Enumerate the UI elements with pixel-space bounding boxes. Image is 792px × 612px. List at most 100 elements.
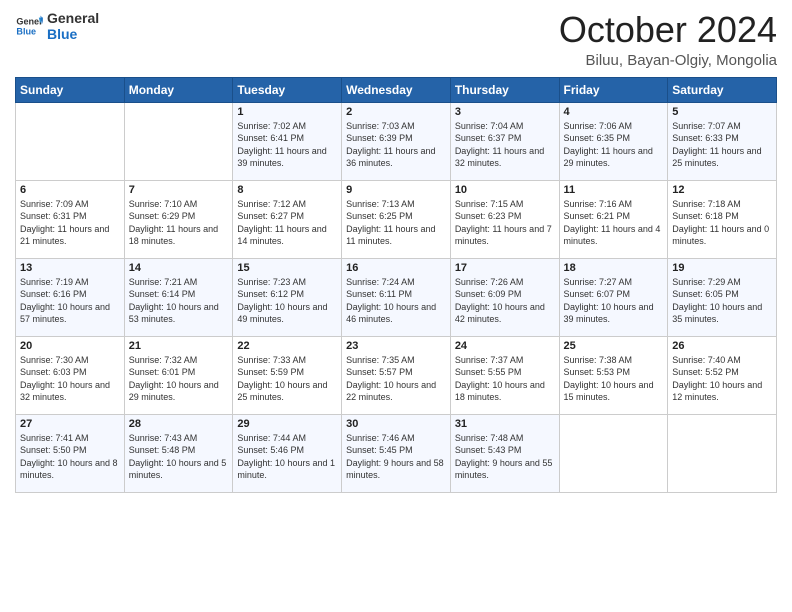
day-cell <box>668 414 777 492</box>
day-cell <box>16 102 125 180</box>
day-cell: 28 Sunrise: 7:43 AM Sunset: 5:48 PM Dayli… <box>124 414 233 492</box>
week-row-3: 13Sunrise: 7:19 AM Sunset: 6:16 PM Dayli… <box>16 258 777 336</box>
day-cell: 31 Sunrise: 7:48 AM Sunset: 5:43 PM Dayli… <box>450 414 559 492</box>
day-info: Sunrise: 7:07 AM Sunset: 6:33 PM Dayligh… <box>672 120 772 170</box>
day-info: Sunrise: 7:33 AM Sunset: 5:59 PM Dayligh… <box>237 354 337 404</box>
day-number: 17 <box>455 262 555 274</box>
day-info: Sunrise: 7:27 AM Sunset: 6:07 PM Dayligh… <box>564 276 664 326</box>
week-row-2: 6Sunrise: 7:09 AM Sunset: 6:31 PM Daylig… <box>16 180 777 258</box>
day-info: Sunrise: 7:48 AM Sunset: 5:43 PM Dayligh… <box>455 432 555 482</box>
day-info: Sunrise: 7:03 AM Sunset: 6:39 PM Dayligh… <box>346 120 446 170</box>
day-cell <box>124 102 233 180</box>
day-info: Sunrise: 7:38 AM Sunset: 5:53 PM Dayligh… <box>564 354 664 404</box>
month-title: October 2024 <box>559 10 777 50</box>
day-number: 16 <box>346 262 446 274</box>
weekday-header-friday: Friday <box>559 77 668 102</box>
day-info: Sunrise: 7:19 AM Sunset: 6:16 PM Dayligh… <box>20 276 120 326</box>
day-cell: 18Sunrise: 7:27 AM Sunset: 6:07 PM Dayli… <box>559 258 668 336</box>
weekday-header-tuesday: Tuesday <box>233 77 342 102</box>
day-info: Sunrise: 7:24 AM Sunset: 6:11 PM Dayligh… <box>346 276 446 326</box>
day-info: Sunrise: 7:18 AM Sunset: 6:18 PM Dayligh… <box>672 198 772 248</box>
day-cell: 22 Sunrise: 7:33 AM Sunset: 5:59 PM Dayli… <box>233 336 342 414</box>
day-cell: 10Sunrise: 7:15 AM Sunset: 6:23 PM Dayli… <box>450 180 559 258</box>
day-cell: 15Sunrise: 7:23 AM Sunset: 6:12 PM Dayli… <box>233 258 342 336</box>
day-cell: 27 Sunrise: 7:41 AM Sunset: 5:50 PM Dayli… <box>16 414 125 492</box>
day-cell <box>559 414 668 492</box>
day-cell: 26 Sunrise: 7:40 AM Sunset: 5:52 PM Dayli… <box>668 336 777 414</box>
day-number: 26 <box>672 340 772 352</box>
title-block: October 2024 Biluu, Bayan-Olgiy, Mongoli… <box>559 10 777 69</box>
logo: General Blue General Blue <box>15 10 99 42</box>
day-cell: 6Sunrise: 7:09 AM Sunset: 6:31 PM Daylig… <box>16 180 125 258</box>
day-number: 27 <box>20 418 120 430</box>
day-number: 28 <box>129 418 229 430</box>
day-cell: 20Sunrise: 7:30 AM Sunset: 6:03 PM Dayli… <box>16 336 125 414</box>
day-cell: 5Sunrise: 7:07 AM Sunset: 6:33 PM Daylig… <box>668 102 777 180</box>
calendar-body: 1 Sunrise: 7:02 AM Sunset: 6:41 PM Daylig… <box>16 102 777 492</box>
page: General Blue General Blue October 2024 B… <box>0 0 792 612</box>
day-cell: 30Sunrise: 7:46 AM Sunset: 5:45 PM Dayli… <box>342 414 451 492</box>
day-number: 4 <box>564 106 664 118</box>
day-cell: 7 Sunrise: 7:10 AM Sunset: 6:29 PM Daylig… <box>124 180 233 258</box>
day-number: 8 <box>237 184 337 196</box>
day-number: 20 <box>20 340 120 352</box>
day-cell: 4Sunrise: 7:06 AM Sunset: 6:35 PM Daylig… <box>559 102 668 180</box>
day-number: 14 <box>129 262 229 274</box>
day-info: Sunrise: 7:21 AM Sunset: 6:14 PM Dayligh… <box>129 276 229 326</box>
day-cell: 24 Sunrise: 7:37 AM Sunset: 5:55 PM Dayli… <box>450 336 559 414</box>
day-info: Sunrise: 7:13 AM Sunset: 6:25 PM Dayligh… <box>346 198 446 248</box>
day-number: 3 <box>455 106 555 118</box>
day-cell: 13Sunrise: 7:19 AM Sunset: 6:16 PM Dayli… <box>16 258 125 336</box>
day-cell: 16 Sunrise: 7:24 AM Sunset: 6:11 PM Dayli… <box>342 258 451 336</box>
day-info: Sunrise: 7:46 AM Sunset: 5:45 PM Dayligh… <box>346 432 446 482</box>
day-number: 31 <box>455 418 555 430</box>
weekday-header-thursday: Thursday <box>450 77 559 102</box>
day-info: Sunrise: 7:41 AM Sunset: 5:50 PM Dayligh… <box>20 432 120 482</box>
day-number: 29 <box>237 418 337 430</box>
header: General Blue General Blue October 2024 B… <box>15 10 777 69</box>
day-cell: 11Sunrise: 7:16 AM Sunset: 6:21 PM Dayli… <box>559 180 668 258</box>
location: Biluu, Bayan-Olgiy, Mongolia <box>559 52 777 69</box>
day-number: 24 <box>455 340 555 352</box>
weekday-header-monday: Monday <box>124 77 233 102</box>
day-info: Sunrise: 7:32 AM Sunset: 6:01 PM Dayligh… <box>129 354 229 404</box>
logo-line1: General <box>47 10 99 26</box>
day-info: Sunrise: 7:35 AM Sunset: 5:57 PM Dayligh… <box>346 354 446 404</box>
day-number: 1 <box>237 106 337 118</box>
day-number: 25 <box>564 340 664 352</box>
day-info: Sunrise: 7:02 AM Sunset: 6:41 PM Dayligh… <box>237 120 337 170</box>
day-cell: 3 Sunrise: 7:04 AM Sunset: 6:37 PM Daylig… <box>450 102 559 180</box>
weekday-header-saturday: Saturday <box>668 77 777 102</box>
logo-line2: Blue <box>47 26 99 42</box>
day-number: 2 <box>346 106 446 118</box>
week-row-1: 1 Sunrise: 7:02 AM Sunset: 6:41 PM Daylig… <box>16 102 777 180</box>
day-cell: 8 Sunrise: 7:12 AM Sunset: 6:27 PM Daylig… <box>233 180 342 258</box>
day-cell: 9Sunrise: 7:13 AM Sunset: 6:25 PM Daylig… <box>342 180 451 258</box>
day-info: Sunrise: 7:37 AM Sunset: 5:55 PM Dayligh… <box>455 354 555 404</box>
logo-icon: General Blue <box>15 12 43 40</box>
day-number: 6 <box>20 184 120 196</box>
week-row-4: 20Sunrise: 7:30 AM Sunset: 6:03 PM Dayli… <box>16 336 777 414</box>
day-cell: 14 Sunrise: 7:21 AM Sunset: 6:14 PM Dayli… <box>124 258 233 336</box>
day-cell: 29Sunrise: 7:44 AM Sunset: 5:46 PM Dayli… <box>233 414 342 492</box>
weekday-header-sunday: Sunday <box>16 77 125 102</box>
day-info: Sunrise: 7:15 AM Sunset: 6:23 PM Dayligh… <box>455 198 555 248</box>
day-cell: 2 Sunrise: 7:03 AM Sunset: 6:39 PM Daylig… <box>342 102 451 180</box>
day-info: Sunrise: 7:29 AM Sunset: 6:05 PM Dayligh… <box>672 276 772 326</box>
day-info: Sunrise: 7:10 AM Sunset: 6:29 PM Dayligh… <box>129 198 229 248</box>
day-number: 19 <box>672 262 772 274</box>
day-info: Sunrise: 7:12 AM Sunset: 6:27 PM Dayligh… <box>237 198 337 248</box>
day-info: Sunrise: 7:40 AM Sunset: 5:52 PM Dayligh… <box>672 354 772 404</box>
day-number: 21 <box>129 340 229 352</box>
day-number: 23 <box>346 340 446 352</box>
weekday-row: SundayMondayTuesdayWednesdayThursdayFrid… <box>16 77 777 102</box>
weekday-header-wednesday: Wednesday <box>342 77 451 102</box>
day-number: 7 <box>129 184 229 196</box>
day-info: Sunrise: 7:04 AM Sunset: 6:37 PM Dayligh… <box>455 120 555 170</box>
day-cell: 17Sunrise: 7:26 AM Sunset: 6:09 PM Dayli… <box>450 258 559 336</box>
day-number: 22 <box>237 340 337 352</box>
day-number: 11 <box>564 184 664 196</box>
calendar-header: SundayMondayTuesdayWednesdayThursdayFrid… <box>16 77 777 102</box>
day-info: Sunrise: 7:43 AM Sunset: 5:48 PM Dayligh… <box>129 432 229 482</box>
day-cell: 12Sunrise: 7:18 AM Sunset: 6:18 PM Dayli… <box>668 180 777 258</box>
